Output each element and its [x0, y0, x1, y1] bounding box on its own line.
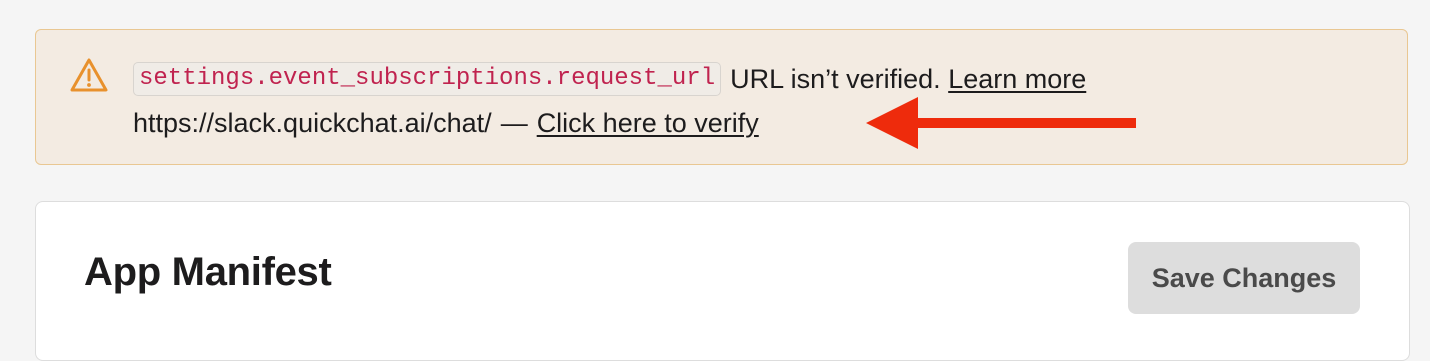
verify-link[interactable]: Click here to verify [537, 108, 759, 139]
separator-dash: — [500, 107, 528, 138]
app-manifest-card: App Manifest Save Changes [35, 201, 1410, 361]
setting-key-code: settings.event_subscriptions.request_url [133, 62, 722, 96]
request-url-text: https://slack.quickchat.ai/chat/ [133, 107, 492, 138]
learn-more-link[interactable]: Learn more [948, 64, 1086, 95]
alert-message-text: URL isn’t verified. [730, 63, 941, 94]
page-title: App Manifest [84, 250, 332, 294]
save-changes-button[interactable]: Save Changes [1128, 242, 1360, 314]
warning-triangle-icon [70, 58, 108, 92]
alert-message-line: settings.event_subscriptions.request_url… [133, 59, 1086, 99]
url-verification-alert: settings.event_subscriptions.request_url… [35, 29, 1408, 165]
arrow-left-icon [866, 97, 1136, 149]
alert-url-line: https://slack.quickchat.ai/chat/ — Click… [133, 103, 759, 143]
